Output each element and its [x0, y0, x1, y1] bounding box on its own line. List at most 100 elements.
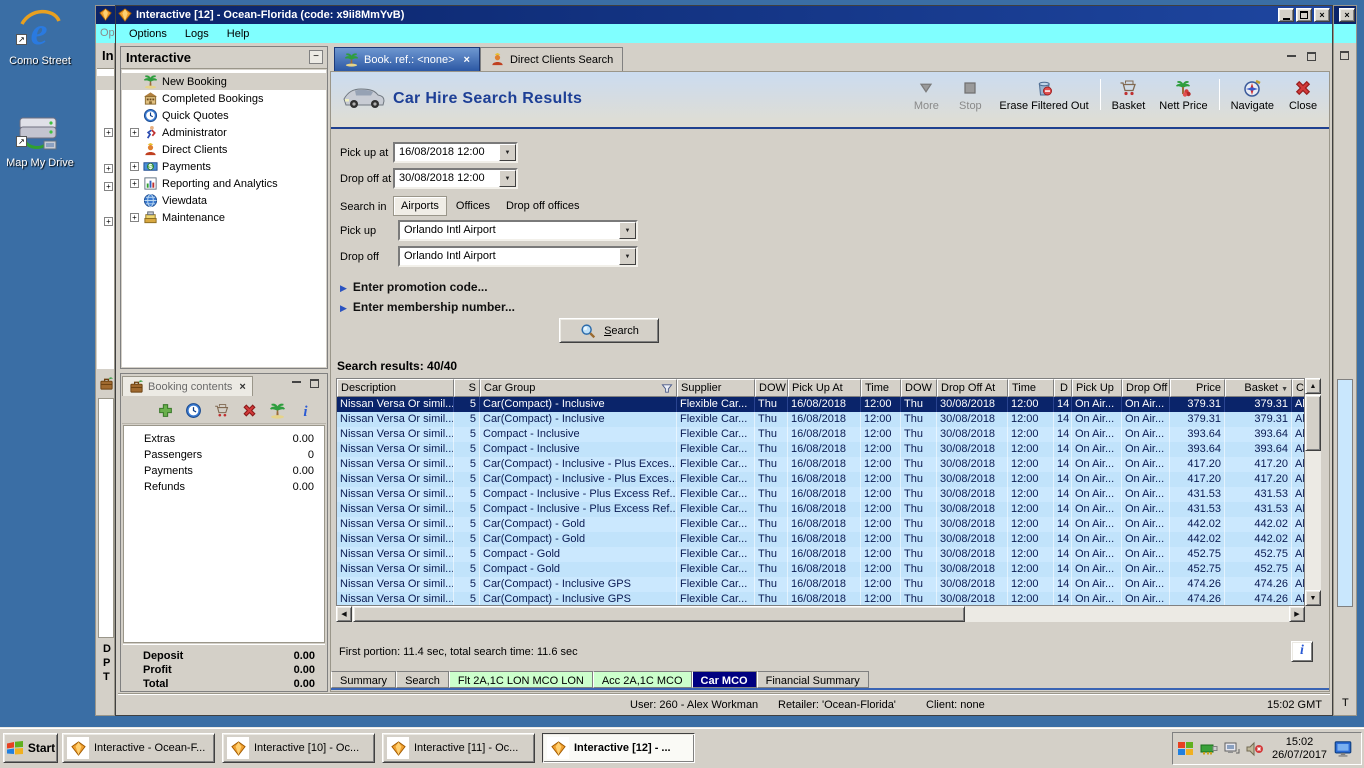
- navigate-button[interactable]: Navigate: [1224, 75, 1281, 114]
- booking-toolbar-palm-button[interactable]: [269, 402, 286, 419]
- column-header-pick-up-at[interactable]: Pick Up At: [788, 379, 861, 397]
- scroll-left-icon[interactable]: ◀: [336, 606, 352, 622]
- bg-tree-expander[interactable]: +: [104, 128, 113, 137]
- table-row[interactable]: Nissan Versa Or simil... 5 Compact - Inclu…: [337, 502, 1304, 517]
- table-row[interactable]: Nissan Versa Or simil... 5 Car(Compact) - …: [337, 577, 1304, 592]
- nett-price-button[interactable]: Nett Price: [1152, 75, 1214, 114]
- tray-vm-icon[interactable]: [1177, 740, 1195, 758]
- desktop-icon-como-street[interactable]: e ↗ Como Street: [0, 8, 80, 67]
- minimize-button[interactable]: [1278, 8, 1294, 22]
- search-in-offices[interactable]: Offices: [449, 197, 497, 215]
- close-button[interactable]: ×: [1314, 8, 1330, 22]
- search-in-drop-off-offices[interactable]: Drop off offices: [499, 197, 587, 215]
- sidebar-item-reporting-and-analytics[interactable]: + Reporting and Analytics: [122, 175, 326, 192]
- desktop-icon-map-my-drive[interactable]: ↗ Map My Drive: [0, 112, 80, 169]
- bottom-tab-car-mco[interactable]: Car MCO: [691, 671, 757, 688]
- basket-button[interactable]: Basket: [1105, 75, 1153, 114]
- bg-tree-expander[interactable]: +: [104, 182, 113, 191]
- dropoff-location-combo[interactable]: Orlando Intl Airport ▼: [398, 246, 638, 267]
- table-row[interactable]: Nissan Versa Or simil... 5 Car(Compact) - …: [337, 457, 1304, 472]
- taskbar-button-interactive-ocean-f[interactable]: Interactive - Ocean-F...: [62, 733, 215, 763]
- pickup-at-combo[interactable]: 16/08/2018 12:00 ▼: [393, 142, 518, 163]
- column-header-description[interactable]: Description: [337, 379, 454, 397]
- column-header-pick-up[interactable]: Pick Up: [1072, 379, 1122, 397]
- column-header-d[interactable]: D: [1054, 379, 1072, 397]
- tree-expander-icon[interactable]: +: [130, 128, 139, 137]
- table-row[interactable]: Nissan Versa Or simil... 5 Car(Compact) - …: [337, 412, 1304, 427]
- booking-toolbar-cart-button[interactable]: [213, 402, 230, 419]
- pane-minimize-icon[interactable]: [292, 380, 301, 383]
- membership-number-expander[interactable]: ▶ Enter membership number...: [340, 300, 515, 314]
- booking-toolbar-plus-button[interactable]: [157, 402, 174, 419]
- bg-maximize-pane-icon[interactable]: [1340, 51, 1349, 60]
- scroll-up-icon[interactable]: ▲: [1305, 378, 1321, 394]
- search-in-airports[interactable]: Airports: [393, 196, 447, 216]
- bottom-tab-acc-2a-1c-mco[interactable]: Acc 2A,1C MCO: [592, 671, 692, 688]
- menu-options[interactable]: Options: [120, 26, 176, 42]
- taskbar-button-interactive-11-oc[interactable]: Interactive [11] - Oc...: [382, 733, 535, 763]
- dropdown-arrow-icon[interactable]: ▼: [499, 170, 516, 187]
- pickup-location-combo[interactable]: Orlando Intl Airport ▼: [398, 220, 638, 241]
- table-row[interactable]: Nissan Versa Or simil... 5 Car(Compact) - …: [337, 532, 1304, 547]
- tray-netplug-icon[interactable]: [1223, 740, 1241, 758]
- column-header-time2[interactable]: Time: [1008, 379, 1054, 397]
- sidebar-item-direct-clients[interactable]: Direct Clients: [122, 141, 326, 158]
- bottom-tab-financial-summary[interactable]: Financial Summary: [756, 671, 869, 688]
- bg-tree-expander[interactable]: +: [104, 164, 113, 173]
- sidebar-item-maintenance[interactable]: + Maintenance: [122, 209, 326, 226]
- pane-minimize-icon[interactable]: [1287, 54, 1296, 57]
- horizontal-scrollbar[interactable]: ◀ ▶: [336, 606, 1305, 622]
- tree-expander-icon[interactable]: +: [130, 162, 139, 171]
- dropdown-arrow-icon[interactable]: ▼: [619, 222, 636, 239]
- vertical-scrollbar[interactable]: ▲ ▼: [1305, 378, 1321, 606]
- sidebar-item-viewdata[interactable]: Viewdata: [122, 192, 326, 209]
- table-row[interactable]: Nissan Versa Or simil... 5 Compact - Inclu…: [337, 427, 1304, 442]
- show-desktop-icon[interactable]: [1333, 740, 1353, 758]
- column-header-s[interactable]: S: [454, 379, 480, 397]
- tree-expander-icon[interactable]: +: [130, 213, 139, 222]
- column-header-basket[interactable]: Basket ▼: [1225, 379, 1292, 397]
- table-row[interactable]: Nissan Versa Or simil... 5 Car(Compact) - …: [337, 592, 1304, 605]
- column-header-dow[interactable]: DOW: [755, 379, 788, 397]
- sidebar-item-quick-quotes[interactable]: Quick Quotes: [122, 107, 326, 124]
- tab-close-icon[interactable]: ×: [464, 54, 470, 66]
- column-header-dow2[interactable]: DOW: [901, 379, 937, 397]
- dropdown-arrow-icon[interactable]: ▼: [619, 248, 636, 265]
- sidebar-collapse-button[interactable]: −: [309, 50, 323, 64]
- booking-contents-tab[interactable]: Booking contents ×: [122, 376, 253, 396]
- bottom-tab-summary[interactable]: Summary: [331, 671, 397, 688]
- column-header-time[interactable]: Time: [861, 379, 901, 397]
- tray-nic-icon[interactable]: [1200, 740, 1218, 758]
- scroll-right-icon[interactable]: ▶: [1289, 606, 1305, 622]
- start-button[interactable]: Start: [3, 733, 58, 763]
- bg-close-button[interactable]: ×: [1339, 8, 1355, 22]
- sidebar-item-administrator[interactable]: + Administrator: [122, 124, 326, 141]
- table-row[interactable]: Nissan Versa Or simil... 5 Car(Compact) - …: [337, 397, 1304, 412]
- tab-book-ref-none[interactable]: Book. ref.: <none> ×: [334, 47, 480, 71]
- window-titlebar[interactable]: Interactive [12] - Ocean-Florida (code: …: [116, 6, 1332, 24]
- table-row[interactable]: Nissan Versa Or simil... 5 Car(Compact) - …: [337, 517, 1304, 532]
- table-row[interactable]: Nissan Versa Or simil... 5 Compact - Inclu…: [337, 442, 1304, 457]
- sidebar-item-new-booking[interactable]: New Booking: [122, 73, 326, 90]
- tray-mute-icon[interactable]: [1246, 740, 1264, 758]
- taskbar-button-interactive-10-oc[interactable]: Interactive [10] - Oc...: [222, 733, 375, 763]
- bottom-tab-search[interactable]: Search: [396, 671, 449, 688]
- sidebar-item-payments[interactable]: + $ Payments: [122, 158, 326, 175]
- search-button[interactable]: Search: [559, 318, 659, 343]
- table-row[interactable]: Nissan Versa Or simil... 5 Compact - Gold F…: [337, 562, 1304, 577]
- booking-tab-close-icon[interactable]: ×: [239, 381, 245, 393]
- table-row[interactable]: Nissan Versa Or simil... 5 Compact - Inclu…: [337, 487, 1304, 502]
- background-window-left-edge[interactable]: Op In + + + + D P T: [95, 5, 115, 716]
- filter-icon[interactable]: [661, 383, 673, 394]
- promotion-code-expander[interactable]: ▶ Enter promotion code...: [340, 280, 488, 294]
- bottom-tab-flt-2a-1c-lon-mco-lon[interactable]: Flt 2A,1C LON MCO LON: [448, 671, 593, 688]
- pane-maximize-icon[interactable]: [1307, 52, 1316, 61]
- column-header-car-group[interactable]: Car Group: [480, 379, 677, 397]
- booking-toolbar-info-button[interactable]: i: [297, 402, 314, 419]
- close-button[interactable]: Close: [1281, 75, 1325, 114]
- tree-expander-icon[interactable]: +: [130, 179, 139, 188]
- column-header-car-co[interactable]: Ca: [1292, 379, 1304, 397]
- tab-direct-clients-search[interactable]: Direct Clients Search: [479, 47, 624, 71]
- dropoff-at-combo[interactable]: 30/08/2018 12:00 ▼: [393, 168, 518, 189]
- column-header-drop-off[interactable]: Drop Off: [1122, 379, 1170, 397]
